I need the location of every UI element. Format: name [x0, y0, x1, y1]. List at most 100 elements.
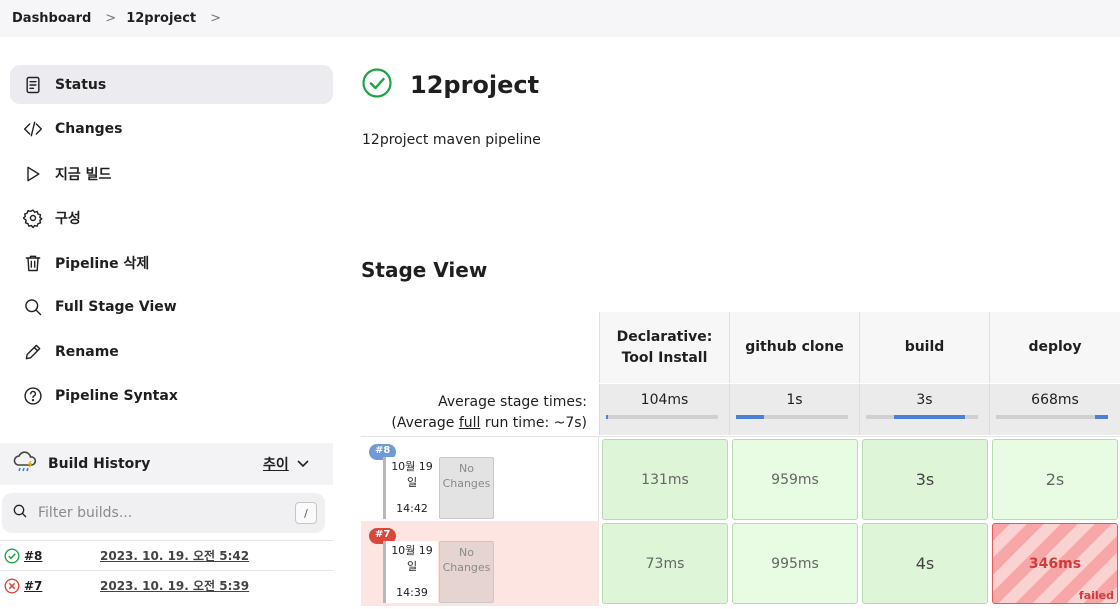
avg-progress-bar [736, 415, 848, 419]
search-icon [22, 296, 44, 318]
task-label: Status [55, 76, 107, 93]
build-date-link[interactable]: 2023. 10. 19. 오전 5:42 [100, 547, 249, 564]
changes-line1: No [459, 462, 474, 475]
stage-name-line1: Declarative: [616, 328, 713, 345]
run-date-box: 10월 19 일 14:42 [383, 457, 438, 519]
stage-run-row-7: #7 10월 19 일 14:39 No Changes 73ms 995ms … [361, 521, 1120, 606]
full-run-link[interactable]: full [459, 415, 481, 431]
pencil-icon [22, 341, 44, 363]
build-number-link[interactable]: #8 [24, 549, 100, 563]
build-row-7[interactable]: #7 2023. 10. 19. 오전 5:39 [0, 570, 333, 600]
task-label: Changes [55, 121, 123, 137]
avg-time: 3s [916, 392, 933, 408]
avg-progress-fill [1094, 415, 1108, 419]
code-icon [22, 118, 44, 140]
task-label: Pipeline 삭제 [55, 255, 150, 272]
document-icon [22, 74, 44, 96]
avg-time-build: 3s [859, 384, 989, 435]
stage-run-row-8: #8 10월 19 일 14:42 No Changes 131ms 959ms… [361, 436, 1120, 522]
avg-label-prefix: (Average [391, 415, 459, 431]
build-number-link[interactable]: #7 [24, 579, 100, 593]
help-icon [22, 385, 44, 407]
keyboard-shortcut-hint: / [295, 502, 317, 524]
avg-time: 1s [786, 392, 803, 408]
task-build-now[interactable]: 지금 빌드 [10, 154, 333, 193]
breadcrumb: Dashboard > 12project > [0, 0, 1120, 37]
task-full-stage-view[interactable]: Full Stage View [10, 288, 333, 327]
task-label: Full Stage View [55, 299, 177, 315]
average-stage-times-label: Average stage times: (Average full run t… [361, 392, 587, 434]
task-changes[interactable]: Changes [10, 110, 333, 149]
trend-link[interactable]: 추이 [263, 454, 289, 474]
no-changes-box[interactable]: No Changes [439, 541, 494, 603]
avg-time-tool-install: 104ms [599, 384, 729, 435]
avg-time: 104ms [640, 392, 689, 408]
avg-label-line1: Average stage times: [438, 394, 587, 410]
task-pipeline-syntax[interactable]: Pipeline Syntax [10, 377, 333, 416]
gear-icon [22, 207, 44, 229]
avg-label-suffix: run time: ~7s) [480, 415, 587, 431]
stage-header-github-clone: github clone [729, 312, 859, 383]
run-time: 14:42 [396, 502, 428, 515]
build-history-header: Build History 추이 [0, 443, 333, 485]
run-date-box: 10월 19 일 14:39 [383, 541, 438, 603]
project-description: 12project maven pipeline [362, 132, 541, 148]
stage-name-line2: Tool Install [621, 349, 708, 366]
stage-duration: 346ms [1028, 555, 1082, 572]
failed-x-icon [4, 577, 20, 594]
stage-header-tool-install: Declarative: Tool Install [599, 312, 729, 383]
task-label: 구성 [55, 211, 81, 227]
filter-builds: / [2, 493, 325, 533]
avg-progress-fill [606, 415, 609, 419]
success-check-icon [362, 68, 392, 102]
search-icon [12, 503, 28, 523]
run-info: #8 10월 19 일 14:42 No Changes [361, 437, 599, 522]
avg-progress-bar [996, 415, 1108, 419]
build-date-link[interactable]: 2023. 10. 19. 오전 5:39 [100, 577, 249, 594]
page-title: 12project [410, 71, 540, 99]
task-rename[interactable]: Rename [10, 332, 333, 371]
success-check-icon [4, 547, 20, 564]
run-time: 14:39 [396, 586, 428, 599]
stage-cell-failed[interactable]: 346ms failed [992, 523, 1118, 604]
task-status[interactable]: Status [10, 65, 333, 104]
run-info: #7 10월 19 일 14:39 No Changes [361, 521, 599, 606]
run-date-line1: 10월 19 [391, 460, 433, 473]
chevron-down-icon[interactable] [296, 456, 310, 475]
filter-builds-input[interactable] [38, 505, 278, 521]
avg-progress-bar [606, 415, 718, 419]
run-date-line1: 10월 19 [391, 544, 433, 557]
stage-header-deploy: deploy [989, 312, 1120, 383]
avg-progress-fill [736, 415, 764, 419]
task-label: Rename [55, 343, 119, 360]
stage-cell[interactable]: 959ms [732, 439, 858, 520]
run-date-line2: 일 [406, 560, 418, 573]
avg-time-github-clone: 1s [729, 384, 859, 435]
chevron-right-icon: > [105, 11, 117, 26]
build-history-title: Build History [48, 456, 151, 472]
chevron-right-icon[interactable]: > [210, 11, 221, 26]
stage-cell[interactable]: 131ms [602, 439, 728, 520]
stage-name: deploy [1028, 339, 1082, 355]
breadcrumb-project[interactable]: 12project [126, 11, 196, 26]
task-delete-pipeline[interactable]: Pipeline 삭제 [10, 243, 333, 282]
changes-line2: Changes [442, 477, 491, 490]
trash-icon [22, 252, 44, 274]
avg-progress-fill [894, 415, 965, 419]
stage-name: github clone [745, 339, 844, 355]
no-changes-box[interactable]: No Changes [439, 457, 494, 519]
breadcrumb-dashboard[interactable]: Dashboard [12, 11, 91, 26]
stage-cell[interactable]: 2s [992, 439, 1118, 520]
run-date-line2: 일 [406, 476, 418, 489]
stage-cell[interactable]: 3s [862, 439, 988, 520]
build-row-8[interactable]: #8 2023. 10. 19. 오전 5:42 [0, 540, 333, 570]
stage-cell[interactable]: 73ms [602, 523, 728, 604]
weather-cloud-icon [12, 450, 38, 478]
stage-name: build [904, 339, 945, 355]
task-configure[interactable]: 구성 [10, 199, 333, 238]
play-icon [22, 163, 44, 185]
stage-cell[interactable]: 4s [862, 523, 988, 604]
project-header: 12project [362, 68, 539, 102]
stage-cell[interactable]: 995ms [732, 523, 858, 604]
avg-time: 668ms [1031, 392, 1079, 408]
